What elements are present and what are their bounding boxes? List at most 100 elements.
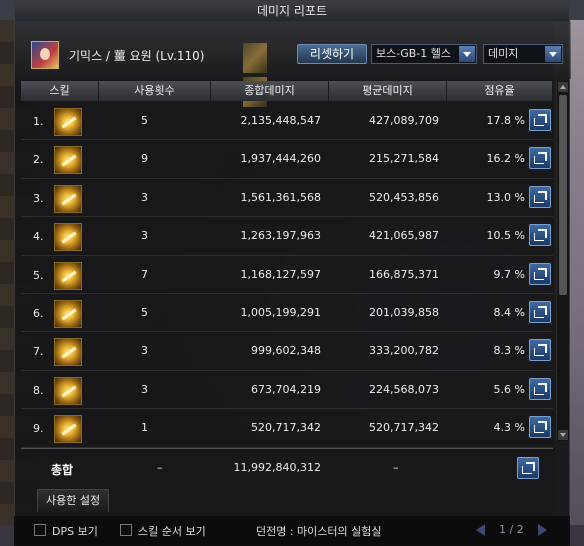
table-scrollbar[interactable]	[556, 81, 569, 441]
summary-uses: –	[157, 461, 163, 474]
uses: 3	[141, 382, 148, 396]
uses: 5	[141, 305, 148, 319]
rank: 3.	[33, 191, 44, 205]
table-row[interactable]: 5. 7 1,168,127,597 166,875,371 9.7 %	[21, 256, 553, 294]
table-row[interactable]: 2. 9 1,937,444,260 215,271,584 16.2 %	[21, 140, 553, 179]
total-damage: 1,005,199,291	[240, 305, 321, 319]
damage-report-window: 데미지 리포트 기믹스 / 薑 요원 (Lv.110) 리셋하기 보스-GB-1…	[14, 0, 571, 546]
next-page-icon[interactable]	[537, 524, 547, 536]
share-icon[interactable]	[517, 457, 539, 479]
background-skill-icons	[243, 43, 297, 107]
total-damage: 520,717,342	[251, 421, 321, 435]
average-damage: 520,717,342	[369, 421, 439, 435]
skill-order-checkbox[interactable]	[120, 524, 132, 536]
prev-page-icon[interactable]	[476, 524, 485, 536]
reset-button[interactable]: 리셋하기	[297, 44, 367, 64]
total-damage: 1,561,361,568	[240, 190, 321, 204]
avatar	[31, 41, 59, 69]
rank: 7.	[33, 345, 44, 359]
share: 4.3 %	[493, 421, 525, 435]
average-damage: 520,453,856	[369, 190, 439, 204]
pagination: 1 / 2	[476, 523, 547, 536]
table-row[interactable]: 7. 3 999,602,348 333,200,782 8.3 %	[21, 332, 553, 371]
average-damage: 166,875,371	[369, 267, 439, 281]
dungeon-name: 던전명 : 마이스터의 실험실	[256, 525, 382, 538]
scroll-thumb[interactable]	[559, 95, 567, 295]
total-damage: 2,135,448,547	[240, 114, 321, 127]
skill-icon	[54, 261, 82, 290]
skill-icon	[54, 184, 82, 213]
skill-icon	[54, 223, 82, 252]
column-average-damage[interactable]: 평균데미지	[329, 81, 447, 101]
uses: 3	[141, 190, 148, 204]
uses: 3	[141, 344, 148, 358]
share: 16.2 %	[486, 152, 525, 166]
share-icon[interactable]	[529, 377, 551, 400]
average-damage: 201,039,858	[369, 305, 439, 319]
boss-select[interactable]: 보스-GB-1 헬스	[371, 44, 477, 64]
skill-icon	[54, 146, 82, 175]
tab-used-settings[interactable]: 사용한 설정	[37, 489, 110, 512]
summary-average-damage: –	[393, 461, 399, 474]
share: 17.8 %	[486, 114, 525, 127]
character-name: 기믹스 / 薑 요원 (Lv.110)	[69, 49, 205, 63]
share: 10.5 %	[486, 229, 525, 243]
chevron-down-icon[interactable]	[545, 46, 561, 62]
rank: 2.	[33, 153, 44, 167]
summary-total-damage: 11,992,840,312	[233, 461, 321, 474]
table-row[interactable]: 4. 3 1,263,197,963 421,065,987 10.5 %	[21, 217, 553, 256]
uses: 7	[141, 267, 148, 281]
share-icon[interactable]	[529, 339, 551, 362]
total-damage: 1,263,197,963	[240, 229, 321, 243]
rank: 5.	[33, 268, 44, 282]
table-row[interactable]: 1. 5 2,135,448,547 427,089,709 17.8 %	[21, 102, 553, 141]
skill-icon	[54, 299, 82, 328]
column-share[interactable]: 점유율	[447, 81, 553, 101]
window-title: 데미지 리포트	[15, 1, 569, 22]
share-icon[interactable]	[529, 416, 551, 439]
summary-label: 총합	[51, 463, 74, 477]
average-damage: 427,089,709	[369, 114, 439, 127]
average-damage: 421,065,987	[369, 229, 439, 243]
skill-table: 1. 5 2,135,448,547 427,089,709 17.8 % 2.…	[21, 102, 553, 448]
column-skill[interactable]: 스킬	[21, 81, 99, 101]
share-icon[interactable]	[529, 147, 551, 170]
dps-checkbox[interactable]	[34, 524, 46, 536]
rank: 6.	[33, 306, 44, 320]
column-total-damage[interactable]: 종합데미지	[211, 81, 329, 101]
average-damage: 333,200,782	[369, 344, 439, 358]
boss-select-value: 보스-GB-1 헬스	[376, 47, 451, 60]
type-select-value: 데미지	[488, 47, 519, 60]
share: 5.6 %	[493, 382, 525, 396]
skill-icon	[54, 338, 82, 367]
total-damage: 999,602,348	[251, 344, 321, 358]
share-icon[interactable]	[529, 185, 551, 208]
share-icon[interactable]	[529, 109, 551, 131]
uses: 1	[141, 421, 148, 435]
scroll-down-icon[interactable]	[558, 430, 568, 440]
table-row[interactable]: 3. 3 1,561,361,568 520,453,856 13.0 %	[21, 179, 553, 218]
share: 9.7 %	[493, 267, 525, 281]
chevron-down-icon[interactable]	[459, 46, 475, 62]
total-damage: 1,937,444,260	[240, 152, 321, 166]
share-icon[interactable]	[529, 300, 551, 323]
rank: 1.	[33, 115, 44, 128]
table-row[interactable]: 9. 1 520,717,342 520,717,342 4.3 %	[21, 409, 553, 448]
type-select[interactable]: 데미지	[483, 44, 563, 64]
share: 8.3 %	[493, 344, 525, 358]
average-damage: 224,568,073	[369, 382, 439, 396]
column-uses[interactable]: 사용횟수	[99, 81, 211, 101]
share: 8.4 %	[493, 305, 525, 319]
rank: 4.	[33, 230, 44, 244]
table-row[interactable]: 8. 3 673,704,219 224,568,073 5.6 %	[21, 371, 553, 410]
share-icon[interactable]	[529, 262, 551, 285]
table-row[interactable]: 6. 5 1,005,199,291 201,039,858 8.4 %	[21, 294, 553, 333]
total-damage: 673,704,219	[251, 382, 321, 396]
skill-icon	[54, 376, 82, 405]
rank: 8.	[33, 383, 44, 397]
summary-row: 총합 – 11,992,840,312 –	[21, 448, 553, 487]
report-header: 기믹스 / 薑 요원 (Lv.110) 리셋하기 보스-GB-1 헬스 데미지	[15, 21, 571, 107]
share-icon[interactable]	[529, 224, 551, 247]
scroll-up-icon[interactable]	[558, 82, 568, 92]
total-damage: 1,168,127,597	[240, 267, 321, 281]
